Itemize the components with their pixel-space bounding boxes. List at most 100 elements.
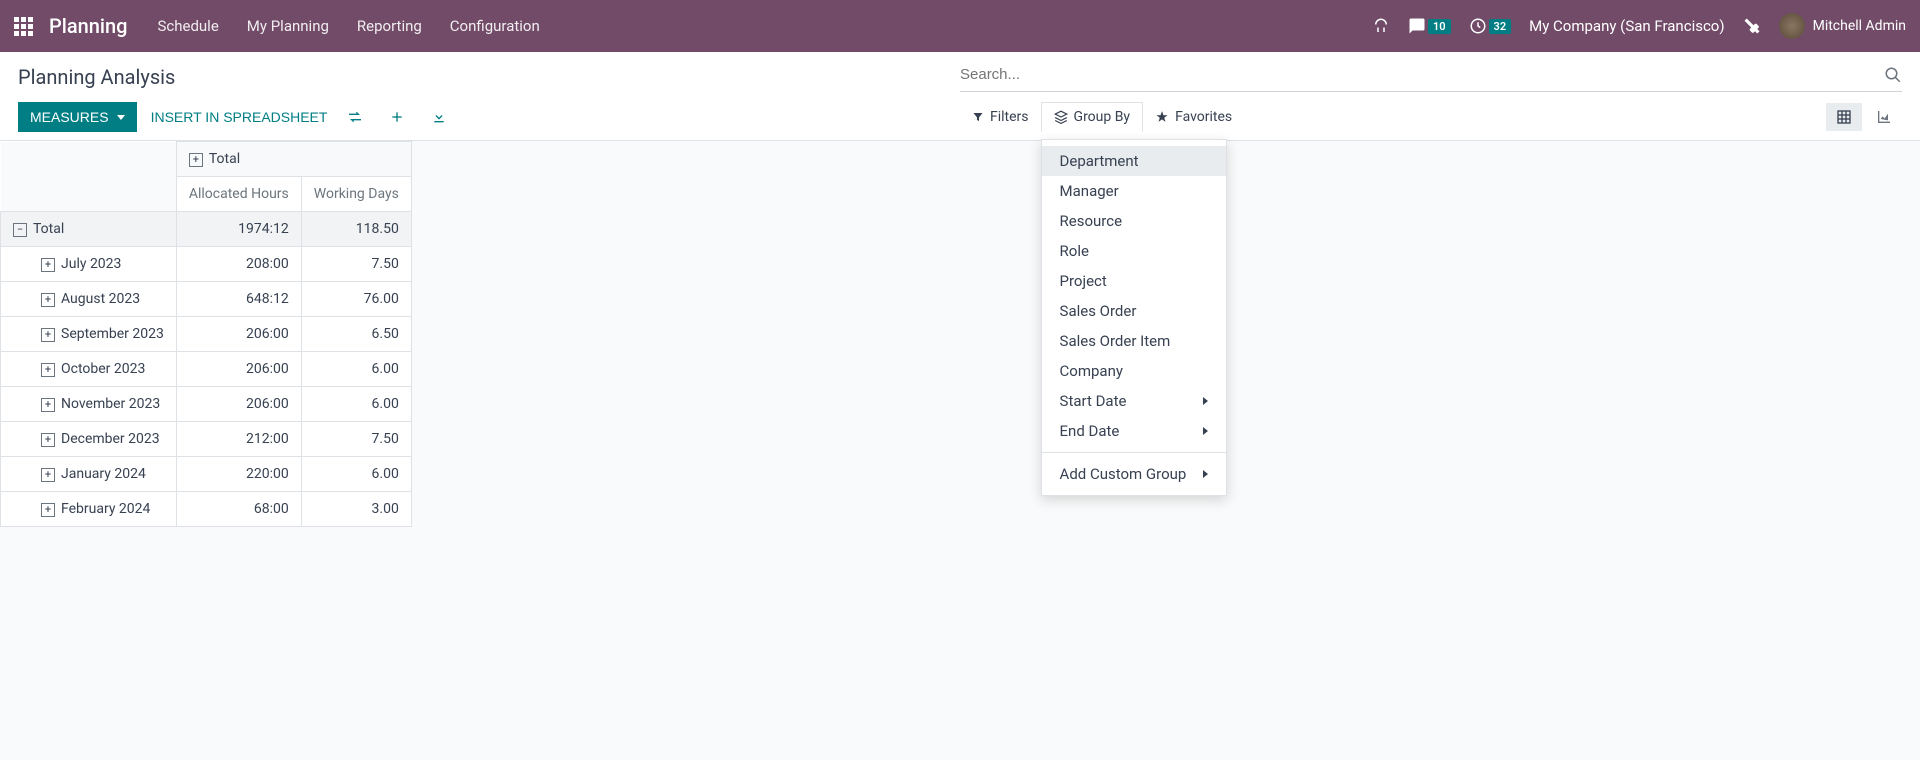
activities-icon[interactable]: 32 bbox=[1469, 17, 1512, 35]
groupby-item-project[interactable]: Project bbox=[1042, 266, 1226, 296]
search-input[interactable] bbox=[960, 62, 1884, 87]
favorites-toggle[interactable]: Favorites bbox=[1143, 103, 1244, 131]
user-name: Mitchell Admin bbox=[1813, 18, 1906, 34]
groupby-item-department[interactable]: Department bbox=[1042, 146, 1226, 176]
activities-badge: 32 bbox=[1489, 19, 1512, 34]
groupby-item-sales-order-item[interactable]: Sales Order Item bbox=[1042, 326, 1226, 356]
row-header[interactable]: +January 2024 bbox=[1, 457, 177, 492]
plus-icon: + bbox=[41, 328, 55, 342]
divider bbox=[1042, 452, 1226, 453]
favorites-label: Favorites bbox=[1175, 109, 1232, 125]
groupby-item-sales-order[interactable]: Sales Order bbox=[1042, 296, 1226, 326]
groupby-toggle[interactable]: Group By bbox=[1041, 102, 1144, 132]
row-total-header[interactable]: −Total bbox=[1, 212, 177, 247]
nav-reporting[interactable]: Reporting bbox=[357, 17, 422, 35]
measures-button[interactable]: MEASURES bbox=[18, 102, 137, 132]
pivot-cell: 6.00 bbox=[301, 387, 411, 422]
chevron-right-icon bbox=[1203, 427, 1208, 435]
nav-schedule[interactable]: Schedule bbox=[157, 17, 218, 35]
groupby-item-resource[interactable]: Resource bbox=[1042, 206, 1226, 236]
apps-icon[interactable] bbox=[14, 17, 33, 36]
insert-spreadsheet-button[interactable]: INSERT IN SPREADSHEET bbox=[151, 109, 328, 125]
pivot-cell: 6.50 bbox=[301, 317, 411, 352]
pivot-table: +Total Allocated Hours Working Days −Tot… bbox=[0, 141, 412, 527]
plus-icon: + bbox=[41, 468, 55, 482]
pivot-cell: 208:00 bbox=[176, 247, 301, 282]
debug-icon[interactable] bbox=[1743, 17, 1761, 35]
pivot-view-button[interactable] bbox=[1826, 103, 1862, 131]
row-header[interactable]: +February 2024 bbox=[1, 492, 177, 527]
pivot-cell: 212:00 bbox=[176, 422, 301, 457]
filters-toggle[interactable]: Filters bbox=[960, 103, 1041, 131]
topbar: Planning Schedule My Planning Reporting … bbox=[0, 0, 1920, 52]
row-header[interactable]: +July 2023 bbox=[1, 247, 177, 282]
pivot-cell: 6.00 bbox=[301, 457, 411, 492]
row-header[interactable]: +November 2023 bbox=[1, 387, 177, 422]
pivot-cell: 206:00 bbox=[176, 352, 301, 387]
messages-badge: 10 bbox=[1428, 19, 1451, 34]
groupby-dropdown: DepartmentManagerResourceRoleProjectSale… bbox=[1041, 139, 1227, 496]
star-icon bbox=[1155, 110, 1169, 124]
chevron-right-icon bbox=[1203, 397, 1208, 405]
plus-icon: + bbox=[189, 153, 203, 167]
pivot-area: +Total Allocated Hours Working Days −Tot… bbox=[0, 141, 1920, 527]
app-title[interactable]: Planning bbox=[49, 14, 127, 38]
plus-icon: + bbox=[41, 503, 55, 517]
measure-working-days[interactable]: Working Days bbox=[301, 177, 411, 212]
row-header[interactable]: +September 2023 bbox=[1, 317, 177, 352]
main-nav: Schedule My Planning Reporting Configura… bbox=[157, 17, 1371, 35]
groupby-item-end-date[interactable]: End Date bbox=[1042, 416, 1226, 446]
search-icon[interactable] bbox=[1884, 66, 1902, 84]
pivot-cell: 7.50 bbox=[301, 422, 411, 457]
col-total-header[interactable]: +Total bbox=[176, 142, 411, 177]
measure-allocated-hours[interactable]: Allocated Hours bbox=[176, 177, 301, 212]
plus-icon: + bbox=[41, 258, 55, 272]
nav-configuration[interactable]: Configuration bbox=[450, 17, 540, 35]
user-menu[interactable]: Mitchell Admin bbox=[1779, 13, 1906, 39]
groupby-item-company[interactable]: Company bbox=[1042, 356, 1226, 386]
pivot-cell: 7.50 bbox=[301, 247, 411, 282]
row-header[interactable]: +August 2023 bbox=[1, 282, 177, 317]
plus-icon: + bbox=[41, 433, 55, 447]
page-title: Planning Analysis bbox=[18, 65, 960, 89]
download-icon[interactable] bbox=[425, 105, 453, 129]
groupby-add-custom[interactable]: Add Custom Group bbox=[1042, 459, 1226, 489]
pivot-cell: 3.00 bbox=[301, 492, 411, 527]
plus-icon: + bbox=[41, 293, 55, 307]
pivot-cell: 206:00 bbox=[176, 317, 301, 352]
minus-icon: − bbox=[13, 223, 27, 237]
chevron-right-icon bbox=[1203, 470, 1208, 478]
groupby-label: Group By bbox=[1074, 109, 1131, 125]
pivot-cell: 1974:12 bbox=[176, 212, 301, 247]
measures-label: MEASURES bbox=[30, 109, 109, 125]
topbar-right: 10 32 My Company (San Francisco) Mitchel… bbox=[1372, 13, 1906, 39]
plus-icon: + bbox=[41, 363, 55, 377]
pivot-cell: 648:12 bbox=[176, 282, 301, 317]
graph-view-button[interactable] bbox=[1866, 103, 1902, 131]
expand-all-icon[interactable] bbox=[383, 105, 411, 129]
filters-label: Filters bbox=[990, 109, 1029, 125]
pivot-cell: 220:00 bbox=[176, 457, 301, 492]
row-header[interactable]: +October 2023 bbox=[1, 352, 177, 387]
messages-icon[interactable]: 10 bbox=[1408, 17, 1451, 35]
pivot-cell: 6.00 bbox=[301, 352, 411, 387]
groupby-item-manager[interactable]: Manager bbox=[1042, 176, 1226, 206]
groupby-item-role[interactable]: Role bbox=[1042, 236, 1226, 266]
filter-icon bbox=[972, 111, 984, 123]
pivot-cell: 118.50 bbox=[301, 212, 411, 247]
avatar bbox=[1779, 13, 1805, 39]
groupby-item-start-date[interactable]: Start Date bbox=[1042, 386, 1226, 416]
company-selector[interactable]: My Company (San Francisco) bbox=[1529, 17, 1724, 35]
search-bar[interactable] bbox=[960, 62, 1902, 92]
phone-icon[interactable] bbox=[1372, 17, 1390, 35]
plus-icon: + bbox=[41, 398, 55, 412]
nav-my-planning[interactable]: My Planning bbox=[247, 17, 329, 35]
control-panel: Planning Analysis MEASURES INSERT IN SPR… bbox=[0, 52, 1920, 141]
pivot-cell: 206:00 bbox=[176, 387, 301, 422]
pivot-cell: 68:00 bbox=[176, 492, 301, 527]
layers-icon bbox=[1054, 110, 1068, 124]
pivot-cell: 76.00 bbox=[301, 282, 411, 317]
caret-down-icon bbox=[117, 115, 125, 120]
flip-axis-icon[interactable] bbox=[341, 105, 369, 129]
row-header[interactable]: +December 2023 bbox=[1, 422, 177, 457]
